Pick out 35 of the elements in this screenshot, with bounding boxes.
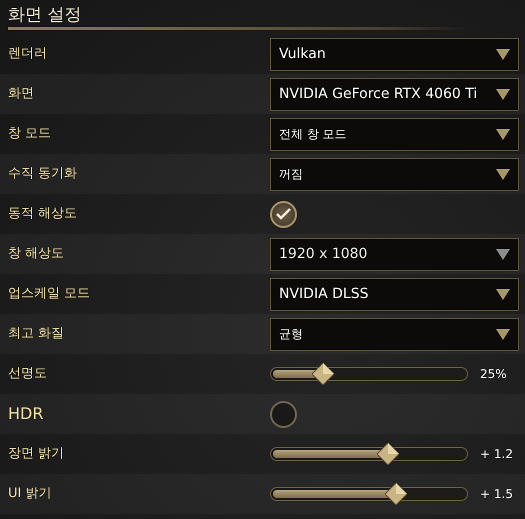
caret-icon xyxy=(496,288,510,300)
dropdown[interactable]: Vulkan xyxy=(270,38,519,70)
checkbox[interactable] xyxy=(270,400,297,428)
dropdown[interactable]: NVIDIA GeForce RTX 4060 Ti xyxy=(270,78,519,110)
setting-label: 렌더러 xyxy=(8,45,48,64)
setting-label: 수직 동기화 xyxy=(8,165,78,184)
slider-thumb[interactable] xyxy=(312,363,334,385)
dropdown[interactable]: 전체 창 모드 xyxy=(270,118,519,150)
setting-label: UI 밝기 xyxy=(8,485,52,504)
slider-value: + 1.5 xyxy=(480,486,513,503)
panel-title: 화면 설정 xyxy=(7,4,82,27)
caret-icon xyxy=(496,248,510,260)
caret-icon xyxy=(496,168,510,180)
setting-label: 동적 해상도 xyxy=(8,205,78,224)
slider-value: + 1.2 xyxy=(480,446,513,463)
setting-label: 화면 xyxy=(8,85,35,104)
checkbox[interactable] xyxy=(270,200,297,228)
setting-label: HDR xyxy=(8,403,44,425)
setting-label: 장면 밝기 xyxy=(8,445,66,464)
dropdown[interactable]: 꺼짐 xyxy=(270,158,519,190)
setting-label: 최고 화질 xyxy=(8,325,66,344)
setting-label: 창 해상도 xyxy=(8,245,66,264)
slider-thumb[interactable] xyxy=(384,483,407,505)
check-icon xyxy=(276,208,291,220)
slider-value: 25% xyxy=(480,366,507,383)
setting-label: 창 모드 xyxy=(8,125,52,144)
caret-icon xyxy=(496,48,510,60)
caret-icon xyxy=(496,328,510,340)
slider-thumb[interactable] xyxy=(377,443,400,465)
caret-icon xyxy=(496,128,510,140)
setting-label: 선명도 xyxy=(8,365,48,384)
dropdown[interactable]: NVIDIA DLSS xyxy=(270,278,519,310)
dropdown[interactable]: 균형 xyxy=(270,318,519,350)
setting-label: 업스케일 모드 xyxy=(8,285,92,304)
caret-icon xyxy=(496,88,510,100)
